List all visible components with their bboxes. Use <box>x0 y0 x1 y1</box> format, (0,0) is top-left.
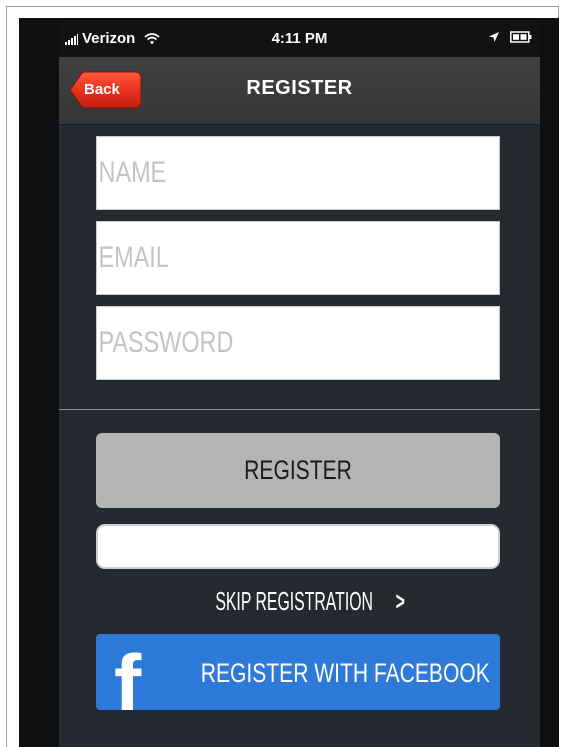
battery-icon <box>510 31 532 43</box>
facebook-icon: f <box>114 639 142 711</box>
email-input[interactable] <box>97 222 499 294</box>
status-time: 4:11 PM <box>271 30 328 47</box>
location-arrow-icon <box>489 32 499 42</box>
chevron-right-icon: > <box>395 586 405 616</box>
status-bar: Verizon 4:11 PM <box>59 22 540 57</box>
name-field[interactable] <box>96 136 500 210</box>
register-button-label: REGISTER <box>244 455 352 485</box>
email-field[interactable] <box>96 221 500 295</box>
facebook-button-label: REGISTER WITH FACEBOOK <box>200 658 490 688</box>
skip-registration-link[interactable]: SKIP REGISTRATION > <box>59 586 540 617</box>
page-title: REGISTER <box>246 77 353 99</box>
section-divider <box>59 409 540 410</box>
app-screen: Verizon 4:11 PM Back REGISTER NAME EMAIL… <box>59 22 540 747</box>
password-input[interactable] <box>97 307 499 379</box>
navigation-bar: Back REGISTER <box>59 57 540 125</box>
skip-registration-label: SKIP REGISTRATION <box>215 586 373 616</box>
status-right-icons <box>488 31 532 43</box>
blank-input-bar[interactable] <box>96 524 500 569</box>
facebook-button-text: REGISTER WITH FACEBOOK <box>160 658 500 689</box>
register-with-facebook-button[interactable]: f REGISTER WITH FACEBOOK <box>96 634 500 710</box>
register-button[interactable]: REGISTER <box>96 433 500 508</box>
name-input[interactable] <box>97 137 499 209</box>
password-field[interactable] <box>96 306 500 380</box>
